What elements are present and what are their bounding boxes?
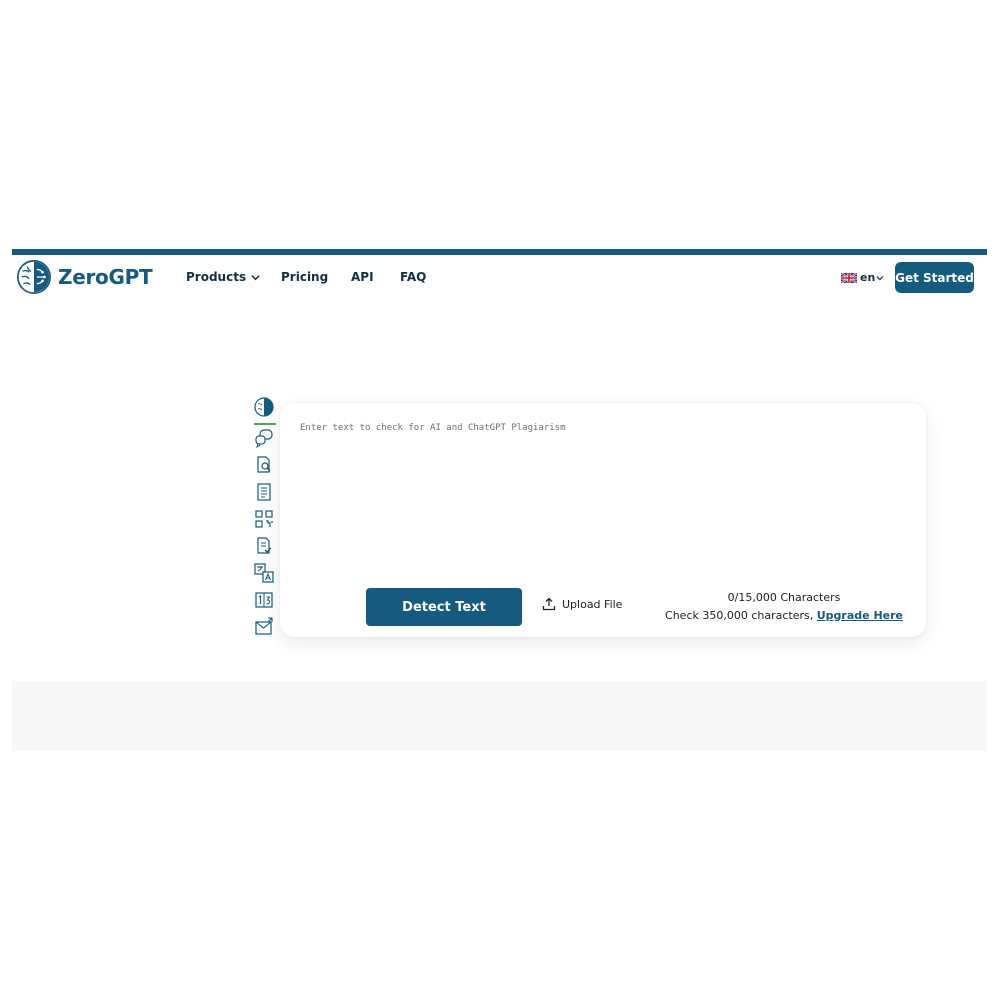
detect-text-button[interactable]: Detect Text [366,588,522,626]
qr-code-icon [255,510,273,528]
chevron-down-icon [876,275,884,280]
uk-flag-icon [841,272,857,283]
chevron-down-icon [251,274,260,280]
nav-api[interactable]: API [351,270,374,284]
tool-ai-detector[interactable] [254,397,274,417]
logo[interactable]: ZeroGPT [15,258,153,296]
nav-products-label: Products [186,270,247,284]
tool-paraphraser[interactable] [254,509,274,529]
document-search-icon [257,456,271,473]
brain-logo-icon [16,259,52,295]
email-icon [255,617,273,635]
character-count: 0/15,000 Characters [727,591,841,604]
tool-plagiarism-checker[interactable] [254,455,274,475]
tool-word-counter[interactable] [254,590,274,610]
tool-grammar-checker[interactable] [254,536,274,556]
tool-email-writer[interactable] [254,617,274,637]
upgrade-link[interactable]: Upgrade Here [817,609,903,622]
upload-file-button[interactable]: Upload File [542,597,622,611]
document-list-icon [257,483,271,501]
brand-name: ZeroGPT [58,265,153,289]
document-check-icon [257,537,272,554]
detector-card: Detect Text Upload File 0/15,000 Charact… [280,403,926,637]
footer-band [12,681,987,751]
language-code: en [860,271,876,284]
nav-products[interactable]: Products [186,270,261,284]
ai-chat-icon [255,429,273,448]
upgrade-line: Check 350,000 characters, Upgrade Here [665,607,903,625]
brain-detector-icon [254,397,274,417]
get-started-button[interactable]: Get Started [895,262,974,293]
tool-ai-chat[interactable] [254,428,274,448]
translate-icon [254,563,274,583]
word-counter-icon [255,592,273,608]
text-input[interactable] [300,423,900,573]
language-selector[interactable]: en [841,271,884,284]
character-counter: 0/15,000 Characters Check 350,000 charac… [665,589,903,625]
nav-pricing[interactable]: Pricing [281,270,328,284]
upload-icon [542,597,556,611]
nav-faq[interactable]: FAQ [400,270,426,284]
active-tool-indicator [254,423,276,425]
upgrade-prefix: Check 350,000 characters, [665,609,817,622]
upload-file-label: Upload File [562,597,623,611]
site-header: ZeroGPT Products Pricing API FAQ en Get … [12,255,987,303]
tool-summarizer[interactable] [254,482,274,502]
tool-translator[interactable] [254,563,274,583]
